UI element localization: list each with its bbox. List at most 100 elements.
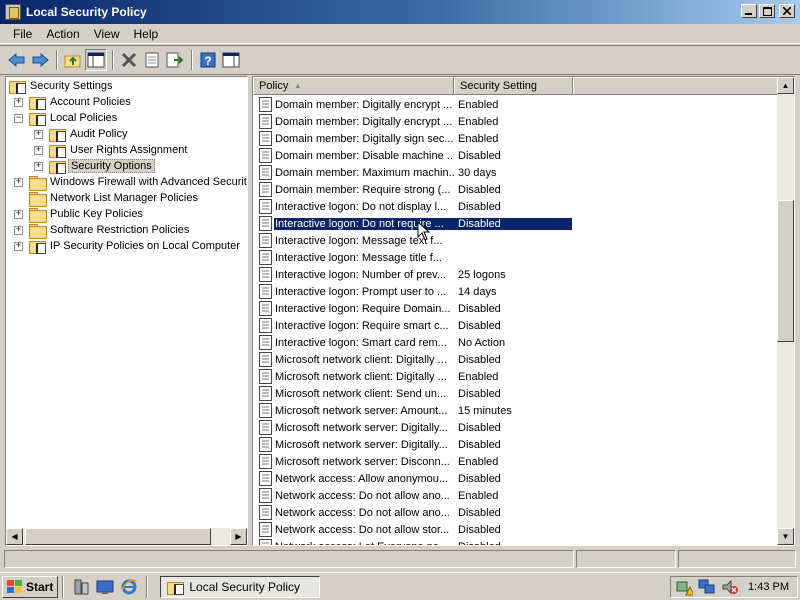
table-row[interactable]: Interactive logon: Do not require ... Dis… xyxy=(253,215,778,232)
scroll-right-button[interactable]: ▶ xyxy=(230,528,247,545)
table-row[interactable]: Network access: Allow anonymou... Disable… xyxy=(253,470,778,487)
table-row[interactable]: Domain member: Digitally encrypt ... Enab… xyxy=(253,113,778,130)
table-row[interactable]: Interactive logon: Number of prev... 25 l… xyxy=(253,266,778,283)
scroll-track[interactable] xyxy=(777,94,794,528)
close-button[interactable] xyxy=(779,4,795,18)
expand-icon[interactable]: + xyxy=(14,225,23,235)
network-connection-icon[interactable] xyxy=(698,578,716,596)
expand-icon[interactable]: + xyxy=(14,97,23,107)
window-title-bar[interactable]: Local Security Policy xyxy=(0,0,800,24)
table-row[interactable]: Network access: Let Everyone pe...Disabl… xyxy=(253,538,778,545)
show-desktop-icon[interactable] xyxy=(96,578,114,596)
table-row[interactable]: Domain member: Maximum machin... 30 days xyxy=(253,164,778,181)
tree-node[interactable]: + Public Key Policies xyxy=(14,206,145,223)
collapse-icon[interactable]: − xyxy=(14,113,23,123)
up-one-level-button[interactable] xyxy=(62,49,84,71)
table-row[interactable]: Microsoft network client: Send un... Disa… xyxy=(253,385,778,402)
window-title: Local Security Policy xyxy=(26,5,147,19)
expand-icon[interactable]: + xyxy=(14,241,23,251)
table-row[interactable]: Interactive logon: Message text f... xyxy=(253,232,778,249)
tree-node[interactable]: + Windows Firewall with Advanced Security xyxy=(14,174,247,191)
scroll-track[interactable] xyxy=(23,528,230,545)
table-row[interactable]: Microsoft network server: Digitally... Di… xyxy=(253,419,778,436)
minimize-button[interactable] xyxy=(741,4,757,18)
expand-icon[interactable]: + xyxy=(14,209,23,219)
menu-help[interactable]: Help xyxy=(127,25,166,43)
menu-view[interactable]: View xyxy=(87,25,127,43)
expand-icon[interactable]: + xyxy=(34,161,43,171)
tree-node[interactable]: + Software Restriction Policies xyxy=(14,222,191,239)
properties-button[interactable] xyxy=(141,49,163,71)
list-vertical-scrollbar[interactable]: ▲ ▼ xyxy=(777,77,794,545)
server-manager-icon[interactable] xyxy=(72,578,90,596)
network-warning-icon[interactable] xyxy=(675,578,693,596)
policy-item-icon xyxy=(257,250,273,266)
security-setting-cell: No Action xyxy=(458,336,506,349)
help-button[interactable]: ? xyxy=(197,49,219,71)
tree-horizontal-scrollbar[interactable]: ◀ ▶ xyxy=(6,528,247,545)
table-row[interactable]: Domain member: Digitally encrypt ... Enab… xyxy=(253,96,778,113)
table-row[interactable]: Interactive logon: Require smart c... Dis… xyxy=(253,317,778,334)
security-setting-cell: Disabled xyxy=(458,506,501,519)
taskbar-button-local-security-policy[interactable]: Local Security Policy xyxy=(160,575,321,598)
tree-node[interactable]: + Account Policies xyxy=(14,94,133,110)
show-hide-action-pane-button[interactable] xyxy=(220,49,242,71)
table-row[interactable]: Interactive logon: Require Domain... Disa… xyxy=(253,300,778,317)
back-button[interactable] xyxy=(6,49,28,71)
table-row[interactable]: Microsoft network server: Digitally... Di… xyxy=(253,436,778,453)
table-row[interactable]: Domain member: Disable machine ... Disabl… xyxy=(253,147,778,164)
security-policy-app-icon[interactable] xyxy=(5,4,21,20)
security-setting-cell: Disabled xyxy=(458,200,501,213)
policy-name-cell: Network access: Do not allow ano... xyxy=(275,489,450,502)
system-clock[interactable]: 1:43 PM xyxy=(748,581,789,593)
scroll-left-button[interactable]: ◀ xyxy=(6,528,23,545)
maximize-button[interactable] xyxy=(759,4,775,18)
policy-name-cell: Interactive logon: Do not display l... xyxy=(275,200,447,213)
delete-button[interactable] xyxy=(118,49,140,71)
table-row[interactable]: Microsoft network client: Digitally ... E… xyxy=(253,368,778,385)
menu-file[interactable]: File xyxy=(6,25,39,43)
table-row[interactable]: Network access: Do not allow ano... Disab… xyxy=(253,504,778,521)
table-row[interactable]: Domain member: Require strong (... Disabl… xyxy=(253,181,778,198)
table-row[interactable]: Network access: Do not allow ano... Enabl… xyxy=(253,487,778,504)
table-row[interactable]: Interactive logon: Do not display l... Di… xyxy=(253,198,778,215)
policy-item-icon xyxy=(257,216,273,232)
table-row[interactable]: Interactive logon: Message title f... xyxy=(253,249,778,266)
tree-node[interactable]: + Audit Policy xyxy=(34,126,129,142)
menu-action[interactable]: Action xyxy=(39,25,86,43)
tree-node[interactable]: + IP Security Policies on Local Computer xyxy=(14,238,242,254)
show-hide-console-tree-button[interactable] xyxy=(85,49,107,71)
table-row[interactable]: Network access: Do not allow stor... Disa… xyxy=(253,521,778,538)
table-row[interactable]: Microsoft network client: Digitally ... D… xyxy=(253,351,778,368)
tree-node[interactable]: + User Rights Assignment xyxy=(34,142,189,158)
security-setting-cell: Enabled xyxy=(458,98,499,111)
expand-icon[interactable]: + xyxy=(34,145,43,155)
expand-icon[interactable]: + xyxy=(34,129,43,139)
tree-node[interactable]: − Local Policies xyxy=(14,110,119,126)
table-row[interactable]: Interactive logon: Prompt user to ... 14 … xyxy=(253,283,778,300)
scroll-down-button[interactable]: ▼ xyxy=(777,528,794,545)
table-row[interactable]: Microsoft network server: Disconn... Enab… xyxy=(253,453,778,470)
forward-button[interactable] xyxy=(29,49,51,71)
tree-root-security-settings[interactable]: Security Settings xyxy=(9,78,115,94)
table-row[interactable]: Microsoft network server: Amount... 15 mi… xyxy=(253,402,778,419)
tree-node[interactable]: + Security Options xyxy=(34,158,155,174)
scroll-thumb[interactable] xyxy=(25,528,211,545)
table-row[interactable]: Domain member: Digitally sign sec... Enab… xyxy=(253,130,778,147)
expand-icon[interactable]: + xyxy=(14,177,23,187)
export-list-button[interactable] xyxy=(164,49,186,71)
sort-ascending-icon: ▲ xyxy=(294,82,302,90)
column-header-policy[interactable]: Policy ▲ xyxy=(253,77,454,95)
policy-item-icon xyxy=(257,505,273,521)
start-button[interactable]: Start xyxy=(2,575,59,598)
taskbar: Start Local Security Policy 1:43 PM xyxy=(0,572,800,600)
scroll-up-button[interactable]: ▲ xyxy=(777,77,794,94)
volume-muted-icon[interactable] xyxy=(721,578,739,596)
internet-explorer-icon[interactable] xyxy=(120,578,138,596)
column-header-security-setting[interactable]: Security Setting xyxy=(454,77,573,95)
console-tree: Security Settings + Account Policies − Loca… xyxy=(6,77,247,528)
table-row[interactable]: Interactive logon: Smart card rem... No A… xyxy=(253,334,778,351)
tree-node[interactable]: Network List Manager Policies xyxy=(14,190,200,207)
policy-name-cell: Microsoft network server: Digitally... xyxy=(275,421,448,434)
scroll-thumb[interactable] xyxy=(777,200,794,342)
